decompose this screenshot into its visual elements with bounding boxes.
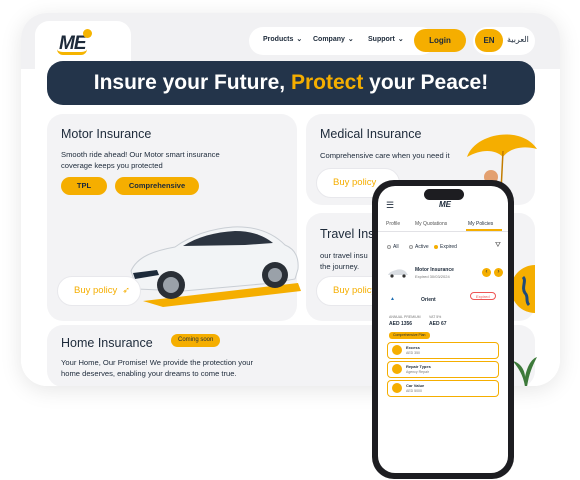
insurer-logo: ▲ (390, 296, 395, 302)
travel-buy-label: Buy policy (333, 285, 377, 296)
medical-buy-label: Buy policy (333, 177, 377, 188)
home-title: Home Insurance (61, 336, 153, 350)
lang-en-button[interactable]: EN (475, 29, 503, 52)
hero-banner: Insure your Future, Protect your Peace! (47, 61, 535, 105)
travel-description-2: the journey. (320, 262, 360, 271)
car-thumb-wheel-rear (402, 274, 406, 278)
medical-title: Medical Insurance (320, 127, 422, 141)
nav-company-label: Company (313, 36, 345, 43)
plan-badge: Comprehensive Plan (389, 332, 430, 339)
amount1-label: ANNUAL PREMIUM (389, 315, 421, 319)
umbrella-canopy (467, 134, 537, 157)
addon-repair-types[interactable] (387, 361, 499, 378)
filter-icon[interactable]: ⛛ (495, 242, 501, 250)
filter-expired-radio[interactable] (434, 245, 438, 249)
addon-car-value-icon (392, 383, 402, 393)
tab-my-quotations[interactable]: My Quotations (415, 221, 447, 227)
motor-title: Motor Insurance (61, 127, 152, 141)
phone-logo: ME (439, 200, 451, 209)
car-thumb-body (388, 269, 408, 275)
coming-soon-badge: Coming soon (171, 334, 221, 347)
filter-all-radio[interactable] (387, 245, 391, 249)
travel-description-1: our travel insu (320, 251, 368, 260)
hero-highlight: Protect (290, 71, 364, 94)
addon-repair-icon (392, 364, 402, 374)
addon-excess-value: AED 350 (406, 351, 421, 355)
prev-policy-button[interactable]: ‹ (482, 268, 491, 277)
amount1-value: AED 1356 (389, 321, 413, 327)
medical-description: Comprehensive care when you need it (320, 151, 450, 160)
login-button[interactable]: Login (414, 29, 466, 52)
chevron-down-icon: ⌄ (347, 36, 354, 43)
car-rear-rim (268, 268, 282, 282)
plant-leaves (513, 357, 537, 386)
travel-title: Travel Ins (320, 227, 375, 241)
chevron-down-icon: ⌄ (296, 36, 303, 43)
addon-excess-name: Excess (406, 345, 420, 350)
car-thumb-wheel-front (390, 274, 394, 278)
nav-support[interactable]: Support ⌄ (368, 35, 404, 43)
tab-profile[interactable]: Profile (386, 221, 400, 227)
status-badge: Expired (470, 292, 496, 300)
addon-car-value-name: Car Value (406, 383, 425, 388)
nav-support-label: Support (368, 36, 395, 43)
hamburger-menu-icon[interactable]: ☰ (386, 200, 394, 211)
addon-repair-value: Agency Repair (406, 370, 429, 374)
policy-title: Motor Insurance (415, 267, 454, 273)
amount2-value: AED 67 (429, 321, 447, 327)
car-image (130, 226, 301, 307)
addon-excess[interactable] (387, 342, 499, 359)
tpl-tag[interactable]: TPL (61, 177, 107, 195)
home-description: Your Home, Our Promise! We provide the p… (61, 358, 254, 378)
amount2-label: VAT 5% (429, 315, 442, 319)
nav-products[interactable]: Products ⌄ (263, 35, 302, 43)
tabs-divider (378, 231, 508, 232)
filter-expired-label: Expired (440, 244, 457, 250)
filter-active-label: Active (415, 244, 429, 250)
tab-my-policies[interactable]: My Policies (468, 221, 493, 227)
addon-repair-name: Repair Types (406, 364, 431, 369)
nav-products-label: Products (263, 36, 294, 43)
filter-active-radio[interactable] (409, 245, 413, 249)
next-policy-button[interactable]: › (494, 268, 503, 277)
nav-company[interactable]: Company ⌄ (313, 35, 354, 43)
logo-dot (83, 29, 92, 38)
filter-all-label: All (393, 244, 399, 250)
phone-notch (424, 189, 464, 200)
motor-buy-label: Buy policy (74, 285, 118, 296)
addon-car-value[interactable] (387, 380, 499, 397)
car-front-rim (163, 277, 179, 293)
addon-excess-icon (392, 345, 402, 355)
motor-buy-button[interactable]: Buy policy ➶ (57, 276, 141, 306)
logo-swoosh (57, 49, 87, 55)
lang-ar-button[interactable]: العربية (507, 35, 529, 44)
addon-car-value-amount: AED 5000 (406, 389, 422, 393)
brand-logo[interactable]: ME (57, 29, 92, 55)
hero-text-1: Insure your Future, (93, 71, 286, 94)
insurer-name: Orient (421, 297, 436, 303)
arrow-icon: ➶ (122, 285, 130, 295)
chevron-down-icon: ⌄ (397, 36, 404, 43)
policy-subtitle: Expired 30/03/2024 (415, 274, 450, 279)
plant-image (513, 357, 537, 386)
car-thumbnail-icon (388, 269, 408, 278)
comprehensive-tag[interactable]: Comprehensive (115, 177, 199, 195)
motor-description: Smooth ride ahead! Our Motor smart insur… (61, 150, 220, 170)
hero-text-2: your Peace! (369, 71, 489, 94)
